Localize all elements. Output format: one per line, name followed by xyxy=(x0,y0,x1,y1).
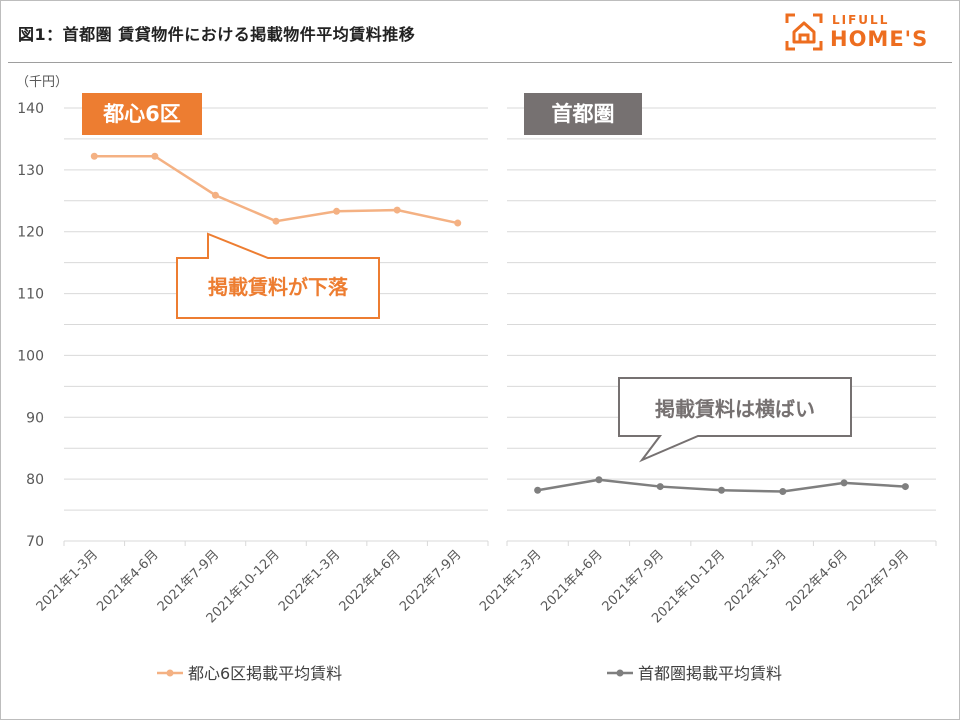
x-tick-label: 2021年7-9月 xyxy=(155,547,222,614)
x-tick-label: 2021年1-3月 xyxy=(34,547,101,614)
panel-label-tokyo6: 都心6区 xyxy=(82,93,202,135)
y-tick-label: 130 xyxy=(17,163,44,179)
x-tick-label: 2022年1-3月 xyxy=(276,547,343,614)
y-tick-label: 90 xyxy=(26,410,44,426)
data-point-p0-1 xyxy=(151,152,159,160)
data-point-p1-0 xyxy=(534,486,542,494)
data-point-p1-6 xyxy=(901,483,909,491)
x-tick-label: 2022年7-9月 xyxy=(397,547,464,614)
x-tick-label: 2021年4-6月 xyxy=(538,547,605,614)
y-tick-label: 80 xyxy=(26,472,44,488)
data-point-p1-1 xyxy=(595,476,603,484)
x-tick-label: 2021年7-9月 xyxy=(600,547,667,614)
callout-text-tokyo6: 掲載賃料が下落 xyxy=(208,275,348,299)
legend-marker-0 xyxy=(166,669,174,677)
panel-label-shutoken: 首都圏 xyxy=(524,93,642,135)
data-point-p0-0 xyxy=(90,152,98,160)
data-point-p0-4 xyxy=(333,207,341,215)
legend-marker-1 xyxy=(616,669,624,677)
y-tick-label: 110 xyxy=(17,287,44,303)
legend-label-0: 都心6区掲載平均賃料 xyxy=(188,664,342,683)
x-tick-label: 2021年1-3月 xyxy=(477,547,544,614)
y-tick-label: 70 xyxy=(26,534,44,550)
data-point-p1-4 xyxy=(779,488,787,496)
legend-label-1: 首都圏掲載平均賃料 xyxy=(638,664,782,683)
x-tick-label: 2022年4-6月 xyxy=(337,547,404,614)
data-point-p0-6 xyxy=(454,219,462,227)
y-tick-label: 140 xyxy=(17,101,44,117)
data-point-p0-3 xyxy=(272,217,280,225)
y-tick-label: 120 xyxy=(17,225,44,241)
data-point-p1-3 xyxy=(718,486,725,494)
series-line-p0 xyxy=(94,154,458,225)
data-point-p0-5 xyxy=(393,206,401,214)
y-tick-label: 100 xyxy=(17,348,44,364)
data-point-p0-2 xyxy=(211,191,219,199)
x-tick-label: 2022年4-6月 xyxy=(783,547,850,614)
y-unit-label: （千円） xyxy=(16,75,68,90)
x-tick-label: 2022年1-3月 xyxy=(722,547,789,614)
callout-text-shutoken: 掲載賃料は横ばい xyxy=(655,397,815,421)
x-tick-label: 2022年7-9月 xyxy=(845,547,912,614)
data-point-p1-5 xyxy=(840,479,848,487)
data-point-p1-2 xyxy=(656,483,664,491)
x-tick-label: 2021年4-6月 xyxy=(94,547,161,614)
